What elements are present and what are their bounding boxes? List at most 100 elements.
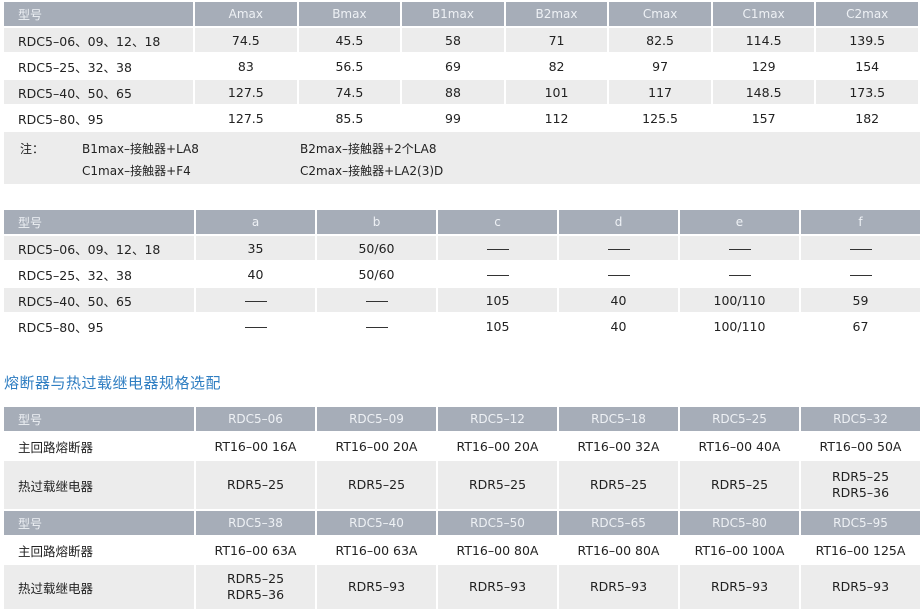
dash-mark: —	[365, 326, 388, 328]
relay-value: RDR5–25	[680, 461, 799, 511]
cell-text: RDC5–25、32、38	[18, 59, 132, 75]
cell-text: 129	[751, 58, 776, 74]
cell-text: 99	[445, 110, 461, 126]
fuse-value: RT16–00 32A	[559, 433, 678, 461]
relay-value: RDR5–93	[559, 565, 678, 611]
cell-text: 45.5	[335, 32, 364, 48]
dash-mark: —	[365, 300, 388, 302]
relay-model: RDR5–25	[468, 477, 527, 492]
row-value: —	[680, 236, 799, 262]
row-value: 127.5	[195, 80, 297, 106]
note-c1max: C1max–接触器+F4	[82, 164, 191, 178]
cell-text: 40	[247, 266, 264, 282]
cell-text: RDC5–40、50、65	[18, 85, 132, 101]
table-row: RDC5–40、50、65 — — 105 40 100/110 59	[4, 288, 920, 314]
row-model: RDC5–40、50、65	[4, 288, 194, 314]
row-value: 157	[712, 106, 815, 132]
cell-text: 139.5	[849, 32, 886, 48]
cell-text: 74.5	[335, 84, 364, 100]
row-value: 125.5	[609, 106, 711, 132]
row-value: 40	[196, 262, 315, 288]
relay-model: RDR5–93	[831, 579, 890, 594]
cell-text: 100/110	[713, 292, 766, 308]
cell-text: 74.5	[231, 32, 260, 48]
relay-model: RDR5–36	[226, 587, 285, 602]
relay-value: RDR5–93	[801, 565, 920, 611]
row-value: 82	[505, 54, 608, 80]
fuse-relay-table-wrap: 型号 RDC5–06 RDC5–09 RDC5–12 RDC5–18 RDC5–25 RDC…	[4, 407, 922, 611]
row-value: 105	[438, 288, 557, 314]
header-model: 型号	[4, 2, 194, 28]
header-model-variant: RDC5–09	[317, 407, 436, 433]
relay-row: 热过载继电器 RDR5–25 RDR5–36 RDR5–93 RDR5–93 RDR5–9…	[4, 565, 920, 611]
relay-model: RDR5–25	[710, 477, 769, 492]
row-model: RDC5–80、95	[4, 314, 194, 340]
row-value: 40	[559, 288, 678, 314]
relay-value: RDR5–25	[196, 461, 315, 511]
cell-text: RDC5–80、95	[18, 319, 104, 335]
row-value: 40	[559, 314, 678, 340]
row-value: 58	[402, 28, 504, 54]
header-cmax: Cmax	[609, 2, 711, 28]
dash-mark: —	[728, 274, 751, 276]
fuse-value: RT16–00 63A	[196, 537, 315, 565]
relay-model: RDR5–93	[710, 579, 769, 594]
row-model: RDC5–80、95	[4, 106, 194, 132]
relay-model: RDR5–25	[226, 477, 285, 492]
relay-model: RDR5–25	[589, 477, 648, 492]
row-value: 35	[196, 236, 315, 262]
table-row: RDC5–06、09、12、18 35 50/60 — — — —	[4, 236, 920, 262]
row-value: —	[801, 236, 920, 262]
row-value: —	[317, 314, 436, 340]
row-value: 69	[402, 54, 504, 80]
header-model-variant: RDC5–18	[559, 407, 678, 433]
header-c2max: C2max	[816, 2, 918, 28]
fuse-value: RT16–00 16A	[196, 433, 315, 461]
row-value: 117	[609, 80, 711, 106]
cell-text: 83	[237, 58, 254, 74]
row-model: RDC5–06、09、12、18	[4, 236, 194, 262]
cell-text: 56.5	[335, 58, 364, 74]
cell-text: 69	[445, 58, 461, 74]
fuse-label: 主回路熔断器	[4, 537, 194, 565]
cell-text: 182	[855, 110, 880, 126]
relay-model: RDR5–25	[226, 571, 285, 586]
cell-text: RDC5–25、32、38	[18, 267, 132, 283]
dash-mark: —	[486, 248, 509, 250]
fuse-value: RT16–00 63A	[317, 537, 436, 565]
fuse-value: RT16–00 20A	[317, 433, 436, 461]
cell-text: 101	[544, 84, 569, 100]
cell-text: 67	[852, 318, 869, 334]
header-c1max: C1max	[712, 2, 815, 28]
relay-value: RDR5–25	[438, 461, 557, 511]
row-value: 83	[195, 54, 297, 80]
dash-mark: —	[607, 274, 630, 276]
row-value: 127.5	[195, 106, 297, 132]
header-e: e	[680, 210, 799, 236]
row-value: —	[559, 236, 678, 262]
row-value: 99	[402, 106, 504, 132]
note-c2max: C2max–接触器+LA2(3)D	[300, 164, 444, 178]
dash-mark: —	[849, 274, 872, 276]
cell-text: RDC5–40、50、65	[18, 293, 132, 309]
fuse-row: 主回路熔断器 RT16–00 16A RT16–00 20A RT16–00 20A R…	[4, 433, 920, 461]
cell-text: 97	[652, 58, 669, 74]
row-value: —	[317, 288, 436, 314]
row-value: 114.5	[712, 28, 815, 54]
relay-value: RDR5–25	[559, 461, 678, 511]
table-row: RDC5–80、95 — — 105 40 100/110 67	[4, 314, 920, 340]
header-model: 型号	[4, 407, 194, 433]
row-value: 97	[609, 54, 711, 80]
row-value: 129	[712, 54, 815, 80]
row-value: 74.5	[298, 80, 401, 106]
row-value: 67	[801, 314, 920, 340]
relay-label: 热过载继电器	[4, 565, 194, 611]
dash-mark: —	[244, 300, 267, 302]
relay-value: RDR5–93	[680, 565, 799, 611]
header-row: 型号 RDC5–06 RDC5–09 RDC5–12 RDC5–18 RDC5–25 RDC…	[4, 407, 920, 433]
cell-text: 154	[855, 58, 880, 74]
row-value: —	[438, 262, 557, 288]
relay-value: RDR5–93	[317, 565, 436, 611]
header-amax: Amax	[195, 2, 297, 28]
row-value: 74.5	[195, 28, 297, 54]
